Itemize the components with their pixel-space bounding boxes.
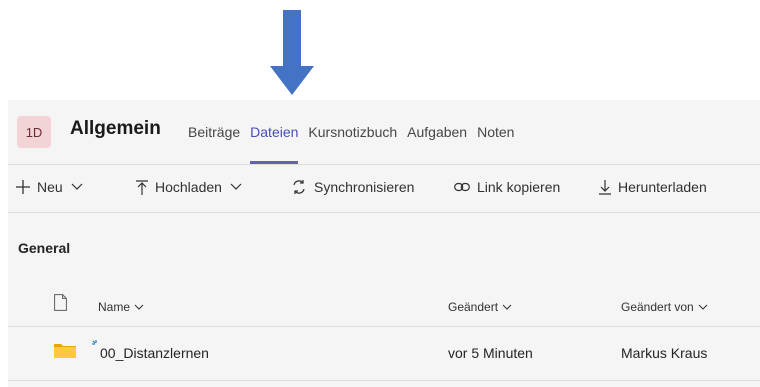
tab-kursnotizbuch[interactable]: Kursnotizbuch — [308, 100, 397, 164]
row-divider — [8, 380, 760, 381]
plus-icon — [16, 180, 30, 194]
channel-header: 1D Allgemein Beiträge Dateien Kursnotizb… — [8, 100, 760, 164]
column-header-modified[interactable]: Geändert — [448, 300, 512, 314]
new-button-label: Neu — [37, 179, 63, 195]
chevron-down-icon — [71, 183, 83, 191]
toolbar-divider — [8, 212, 760, 213]
file-name-cell[interactable]: 00_Distanzlernen — [100, 345, 209, 361]
upload-button[interactable]: Hochladen — [136, 179, 242, 195]
tab-beitraege[interactable]: Beiträge — [188, 100, 240, 164]
upload-icon — [136, 179, 148, 195]
modified-by-cell: Markus Kraus — [621, 345, 708, 361]
copy-link-button[interactable]: Link kopieren — [454, 179, 560, 195]
file-type-header-icon — [54, 294, 67, 316]
tab-aufgaben[interactable]: Aufgaben — [407, 100, 467, 164]
files-toolbar: Neu Hochladen Synchronisieren Link kopie… — [8, 166, 760, 211]
folder-icon — [54, 343, 76, 364]
upload-button-label: Hochladen — [155, 179, 222, 195]
teams-files-panel: 1D Allgemein Beiträge Dateien Kursnotizb… — [8, 100, 760, 387]
chevron-down-icon — [698, 304, 708, 311]
tab-dateien[interactable]: Dateien — [250, 100, 299, 164]
table-row[interactable]: 00_Distanzlernen vor 5 Minuten Markus Kr… — [8, 327, 760, 380]
download-button[interactable]: Herunterladen — [599, 179, 707, 195]
copy-link-button-label: Link kopieren — [477, 179, 561, 195]
new-button[interactable]: Neu — [16, 179, 83, 195]
chevron-down-icon — [502, 304, 512, 311]
tab-noten[interactable]: Noten — [477, 100, 514, 164]
down-arrow-annotation — [270, 10, 314, 95]
channel-tabs: Beiträge Dateien Kursnotizbuch Aufgaben … — [188, 100, 524, 164]
modified-cell: vor 5 Minuten — [448, 345, 533, 361]
chevron-down-icon — [134, 304, 144, 311]
breadcrumb[interactable]: General — [18, 240, 70, 256]
column-header-modified-by[interactable]: Geändert von — [621, 300, 708, 314]
link-icon — [454, 181, 470, 193]
column-header-modified-by-label: Geändert von — [621, 300, 694, 314]
download-button-label: Herunterladen — [618, 179, 707, 195]
column-header-name-label: Name — [98, 300, 131, 314]
chevron-down-icon — [230, 183, 242, 191]
team-avatar[interactable]: 1D — [17, 116, 51, 148]
sync-icon — [291, 179, 307, 195]
download-icon — [599, 179, 611, 195]
column-header-name[interactable]: Name — [98, 300, 144, 314]
channel-name: Allgemein — [70, 118, 161, 139]
column-header-modified-label: Geändert — [448, 300, 499, 314]
sync-button-label: Synchronisieren — [314, 179, 415, 195]
sync-button[interactable]: Synchronisieren — [291, 179, 414, 195]
header-divider — [8, 164, 760, 165]
